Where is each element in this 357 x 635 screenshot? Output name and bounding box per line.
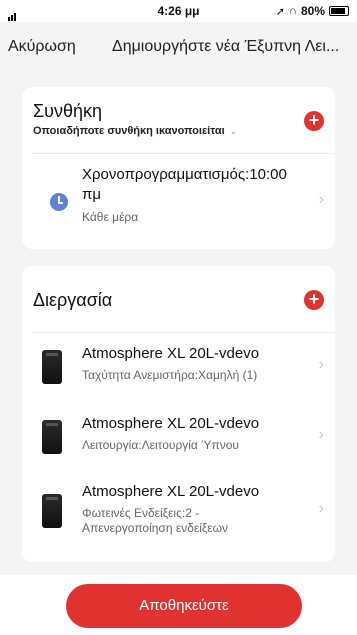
plus-icon: + — [308, 289, 320, 309]
humidifier-device-icon — [42, 494, 62, 528]
chevron-down-icon: ⌄ — [229, 126, 238, 136]
plus-icon: + — [308, 110, 320, 130]
process-header: Διεργασία + — [22, 266, 335, 326]
add-condition-button[interactable]: + — [304, 111, 324, 131]
condition-item-title-line1: Χρονοπρογραμματισμός:10:00 — [82, 166, 287, 183]
process-item[interactable]: Atmosphere XL 20L-vdevo Φωτεινές Ενδείξε… — [22, 482, 335, 554]
cancel-button[interactable]: Ακύρωση — [8, 38, 76, 56]
chevron-right-icon: › — [318, 356, 324, 373]
process-item[interactable]: Atmosphere XL 20L-vdevo Ταχύτητα Ανεμιστ… — [22, 344, 335, 408]
condition-match-selector[interactable]: Οποιαδήποτε συνθήκη ικανοποιείται ⌄ — [33, 125, 237, 137]
process-item-subtitle: Λειτουργία:Λειτουργία Ύπνου — [82, 438, 239, 452]
battery-icon — [329, 6, 349, 16]
process-item-title: Atmosphere XL 20L-vdevo — [82, 483, 260, 500]
process-item[interactable]: Atmosphere XL 20L-vdevo Λειτουργία:Λειτο… — [22, 414, 335, 478]
process-item-subtitle: Φωτεινές Ενδείξεις:2 - Απενεργοποίηση εν… — [82, 506, 228, 536]
chevron-right-icon: › — [318, 191, 324, 208]
save-button[interactable]: Αποθηκεύστε — [66, 584, 302, 628]
process-item-subtitle: Ταχύτητα Ανεμιστήρα:Χαμηλή (1) — [82, 368, 258, 382]
nav-bar: Ακύρωση Δημιουργήστε νέα Έξυπνη Λει... — [0, 22, 357, 74]
chevron-right-icon: › — [318, 426, 324, 443]
condition-item-title: Χρονοπρογραμματισμός:10:00 πμ — [82, 165, 287, 205]
add-process-button[interactable]: + — [304, 290, 324, 310]
clock-icon — [50, 193, 68, 211]
process-item-title: Atmosphere XL 20L-vdevo — [82, 345, 260, 362]
battery-percent: 80% — [300, 4, 325, 18]
condition-item-title-line2: πμ — [82, 186, 101, 203]
headphones-icon: ∩ — [289, 5, 297, 17]
status-bar: 4:26 μμ ➚ ∩ 80% — [0, 0, 357, 22]
process-title: Διεργασία — [33, 290, 113, 310]
process-item-title: Atmosphere XL 20L-vdevo — [82, 415, 260, 432]
page-title: Δημιουργήστε νέα Έξυπνη Λει... — [112, 38, 340, 55]
humidifier-device-icon — [42, 350, 62, 384]
divider — [32, 332, 335, 333]
process-card: Διεργασία + Atmosphere XL 20L-vdevo Ταχύ… — [22, 266, 335, 562]
condition-item-subtitle: Κάθε μέρα — [82, 210, 139, 224]
humidifier-device-icon — [42, 420, 62, 454]
condition-header: Συνθήκη Οποιαδήποτε συνθήκη ικανοποιείτα… — [22, 87, 335, 147]
process-item-subtitle-line2: Απενεργοποίηση ενδείξεων — [82, 521, 228, 535]
process-item-subtitle-line1: Φωτεινές Ενδείξεις:2 - — [82, 506, 200, 520]
location-icon: ➚ — [275, 5, 286, 18]
condition-match-label: Οποιαδήποτε συνθήκη ικανοποιείται — [33, 125, 225, 137]
condition-card: Συνθήκη Οποιαδήποτε συνθήκη ικανοποιείτα… — [22, 87, 335, 249]
footer: Αποθηκεύστε — [0, 575, 357, 635]
condition-item[interactable]: Χρονοπρογραμματισμός:10:00 πμ Κάθε μέρα … — [22, 165, 335, 237]
chevron-right-icon: › — [318, 500, 324, 517]
divider — [32, 153, 335, 154]
condition-title: Συνθήκη — [33, 101, 103, 121]
